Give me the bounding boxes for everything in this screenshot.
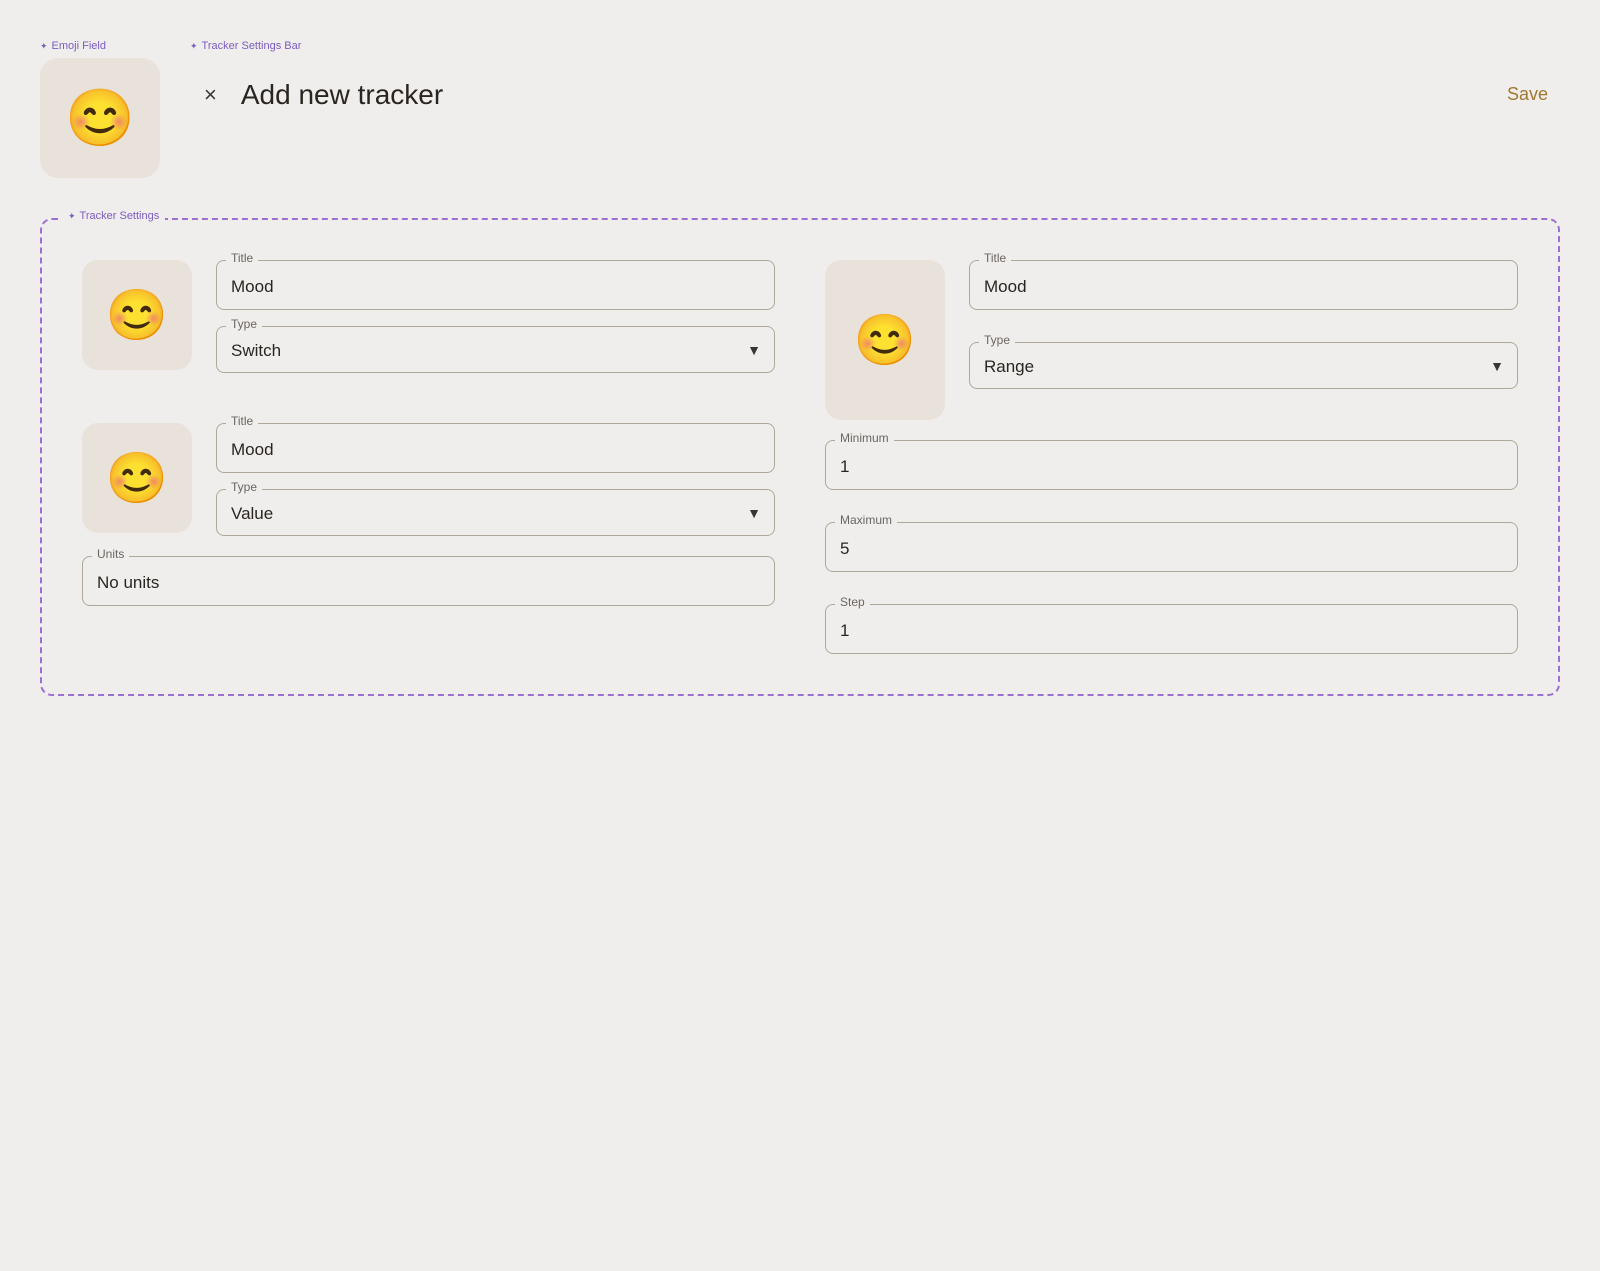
tracker-row-range: 😊 Title Type Switch Value Range <box>825 260 1518 420</box>
emoji-field-annotation: Emoji Field <box>40 40 160 52</box>
tracker1-emoji[interactable]: 😊 <box>82 260 192 370</box>
tracker3-type-group: Type Switch Value Range ▼ <box>969 342 1518 389</box>
right-column: 😊 Title Type Switch Value Range <box>825 260 1518 654</box>
tracker2-units-input[interactable] <box>82 556 775 606</box>
tracker2-units-group: Units <box>82 556 775 606</box>
save-button[interactable]: Save <box>1495 78 1560 111</box>
tracker2-block: 😊 Title Type Switch Value <box>82 423 775 606</box>
tracker-row-switch: 😊 Title Type Switch Value Range <box>82 260 775 373</box>
tracker3-title-group: Title <box>969 260 1518 310</box>
tracker-settings-bar: × Add new tracker Save <box>190 58 1560 121</box>
tracker2-type-label: Type <box>226 480 262 494</box>
tracker3-title-label: Title <box>979 251 1011 265</box>
maximum-input[interactable] <box>825 522 1518 572</box>
range-extra-fields: Minimum Maximum Step <box>825 440 1518 654</box>
tracker3-emoji[interactable]: 😊 <box>825 260 945 420</box>
maximum-group: Maximum <box>825 522 1518 572</box>
tracker1-title-label: Title <box>226 251 258 265</box>
tracker1-type-label: Type <box>226 317 262 331</box>
minimum-group: Minimum <box>825 440 1518 490</box>
step-input[interactable] <box>825 604 1518 654</box>
step-group: Step <box>825 604 1518 654</box>
maximum-label: Maximum <box>835 513 897 527</box>
tracker1-title-input[interactable] <box>216 260 775 310</box>
tracker2-title-label: Title <box>226 414 258 428</box>
tracker3-type-label: Type <box>979 333 1015 347</box>
tracker3-title-input[interactable] <box>969 260 1518 310</box>
tracker2-title-group: Title <box>216 423 775 473</box>
emoji-field[interactable]: 😊 <box>40 58 160 178</box>
tracker-settings-section: Tracker Settings 😊 Title Type <box>40 218 1560 696</box>
tracker-row-value: 😊 Title Type Switch Value <box>82 423 775 536</box>
tracker1-type-select[interactable]: Switch Value Range <box>216 326 775 373</box>
left-column: 😊 Title Type Switch Value Range <box>82 260 775 654</box>
tracker2-units-label: Units <box>92 547 129 561</box>
tracker-settings-bar-annotation: Tracker Settings Bar <box>190 40 1560 52</box>
tracker2-emoji[interactable]: 😊 <box>82 423 192 533</box>
tracker3-type-select[interactable]: Switch Value Range <box>969 342 1518 389</box>
tracker1-type-group: Type Switch Value Range ▼ <box>216 326 775 373</box>
minimum-label: Minimum <box>835 431 894 445</box>
emoji-display: 😊 <box>65 85 135 151</box>
tracker2-title-input[interactable] <box>216 423 775 473</box>
tracker-bar-title: Add new tracker <box>241 79 1475 111</box>
tracker2-type-select[interactable]: Switch Value Range <box>216 489 775 536</box>
tracker1-title-group: Title <box>216 260 775 310</box>
tracker-settings-annotation: Tracker Settings <box>62 210 165 222</box>
step-label: Step <box>835 595 870 609</box>
tracker2-type-group: Type Switch Value Range ▼ <box>216 489 775 536</box>
minimum-input[interactable] <box>825 440 1518 490</box>
close-button[interactable]: × <box>200 80 221 110</box>
